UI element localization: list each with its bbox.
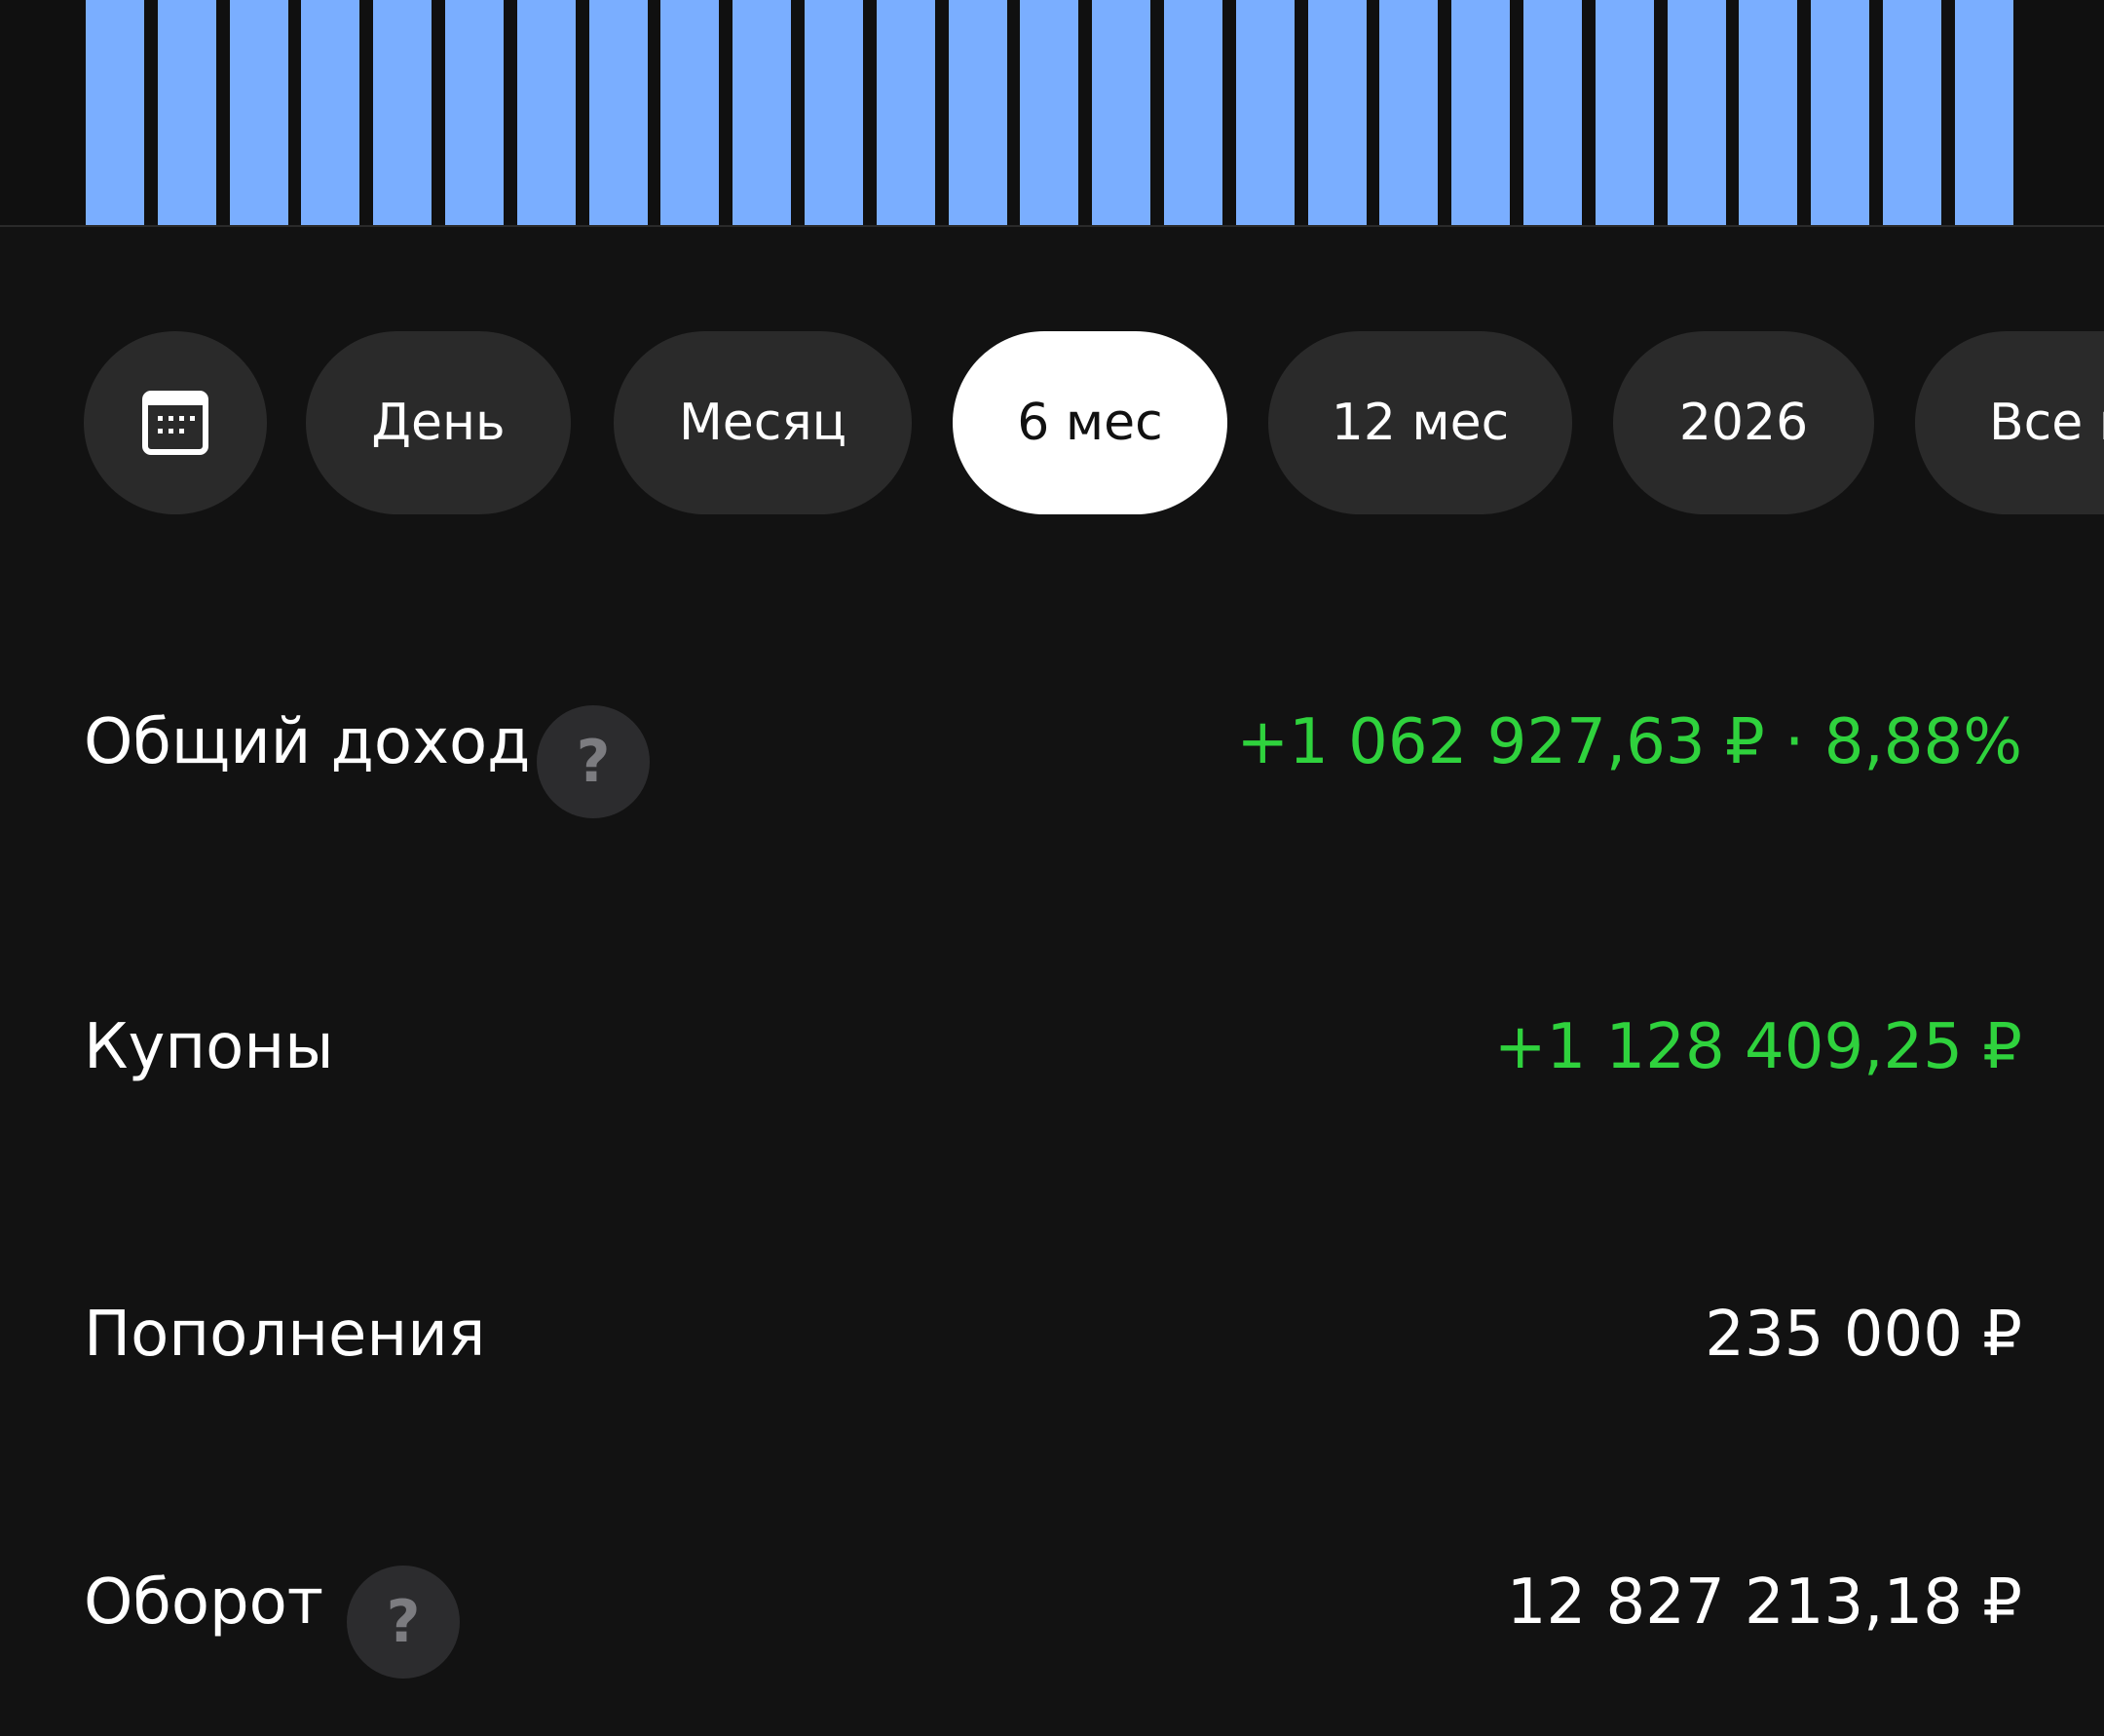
chart-bar — [805, 0, 863, 227]
chart-bar — [877, 0, 935, 227]
total-income-value: +1 062 927,63 ₽ · 8,88% — [1236, 706, 2022, 778]
chart-bar — [1451, 0, 1510, 227]
turnover-label: Оборот — [84, 1566, 324, 1639]
turnover-value: 12 827 213,18 ₽ — [1506, 1566, 2022, 1639]
calendar-icon — [142, 391, 208, 455]
period-6-months[interactable]: 6 мес — [953, 331, 1227, 514]
chart-bar — [1811, 0, 1869, 227]
turnover-help-icon[interactable]: ? — [347, 1566, 460, 1679]
chart-bar — [1164, 0, 1222, 227]
chart-bar — [1739, 0, 1797, 227]
chart-bar — [1308, 0, 1367, 227]
chart-bar — [158, 0, 216, 227]
period-2026[interactable]: 2026 — [1613, 331, 1874, 514]
chart-bar — [1092, 0, 1150, 227]
bar-chart — [0, 0, 2104, 227]
deposits-row: Пополнения 235 000 ₽ — [84, 1276, 2022, 1393]
period-month[interactable]: Месяц — [614, 331, 912, 514]
chart-bar — [1883, 0, 1941, 227]
chart-bar — [1955, 0, 2013, 227]
chart-bar — [1379, 0, 1438, 227]
total-income-label: Общий доход — [84, 706, 531, 778]
chart-bar — [301, 0, 359, 227]
chart-bar — [1236, 0, 1295, 227]
chart-bar — [445, 0, 504, 227]
calendar-button[interactable] — [84, 331, 267, 514]
chart-baseline — [0, 225, 2104, 227]
coupons-row: Купоны +1 128 409,25 ₽ — [84, 989, 2022, 1106]
turnover-row: Оборот ? 12 827 213,18 ₽ — [84, 1544, 2022, 1679]
chart-bar — [1020, 0, 1078, 227]
chart-bar — [230, 0, 288, 227]
chart-bar — [1596, 0, 1654, 227]
chart-bar — [660, 0, 719, 227]
chart-bar — [86, 0, 144, 227]
total-income-row: Общий доход ? +1 062 927,63 ₽ · 8,88% — [84, 684, 2022, 818]
period-day[interactable]: День — [306, 331, 571, 514]
chart-bar — [733, 0, 791, 227]
total-income-help-icon[interactable]: ? — [537, 705, 650, 818]
coupons-value: +1 128 409,25 ₽ — [1493, 1011, 2022, 1083]
chart-bar — [1523, 0, 1582, 227]
deposits-value: 235 000 ₽ — [1705, 1299, 2022, 1371]
chart-bar — [517, 0, 576, 227]
chart-bar — [1668, 0, 1726, 227]
period-all-time[interactable]: Все в — [1915, 331, 2104, 514]
coupons-label: Купоны — [84, 1011, 334, 1083]
chart-bar — [589, 0, 648, 227]
chart-bar — [373, 0, 432, 227]
chart-bar — [949, 0, 1007, 227]
period-12-months[interactable]: 12 мес — [1268, 331, 1572, 514]
period-selector: День Месяц 6 мес 12 мес 2026 Все в — [0, 331, 2104, 514]
deposits-label: Пополнения — [84, 1299, 486, 1371]
